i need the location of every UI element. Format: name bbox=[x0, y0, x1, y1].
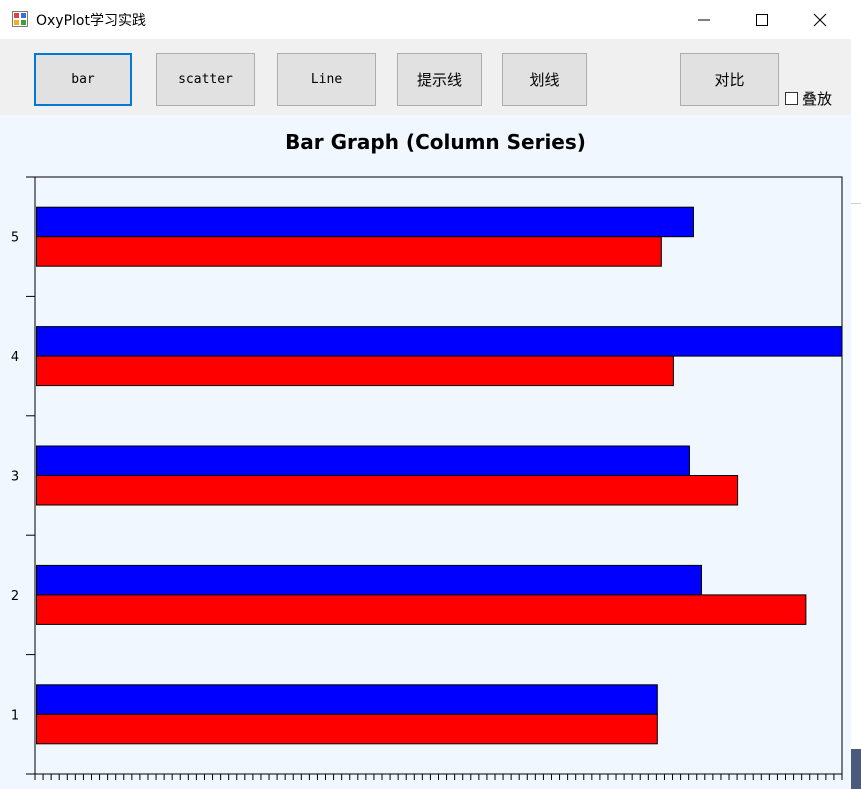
bar-red-2 bbox=[36, 594, 807, 625]
y-tick-label-3: 3 bbox=[11, 470, 19, 485]
background-taskbar-edge bbox=[851, 749, 861, 789]
background-divider bbox=[851, 203, 861, 204]
y-tick-label-1: 1 bbox=[11, 708, 19, 723]
y-tick-label-4: 4 bbox=[11, 350, 19, 365]
bar-red-3 bbox=[36, 475, 739, 506]
y-tick-label-2: 2 bbox=[11, 589, 19, 604]
bar-blue-5 bbox=[36, 206, 694, 238]
bar-blue-3 bbox=[36, 445, 690, 476]
bar-red-1 bbox=[36, 713, 658, 745]
background-window-edge bbox=[851, 0, 861, 789]
bar-blue-4 bbox=[36, 326, 843, 357]
bar-red-5 bbox=[36, 236, 662, 267]
bar-red-4 bbox=[36, 355, 674, 387]
y-tick-label-5: 5 bbox=[11, 231, 19, 246]
bar-blue-1 bbox=[36, 684, 658, 715]
bar-blue-2 bbox=[36, 564, 702, 596]
bar-chart: 1 2 3 4 5 bbox=[11, 176, 843, 780]
